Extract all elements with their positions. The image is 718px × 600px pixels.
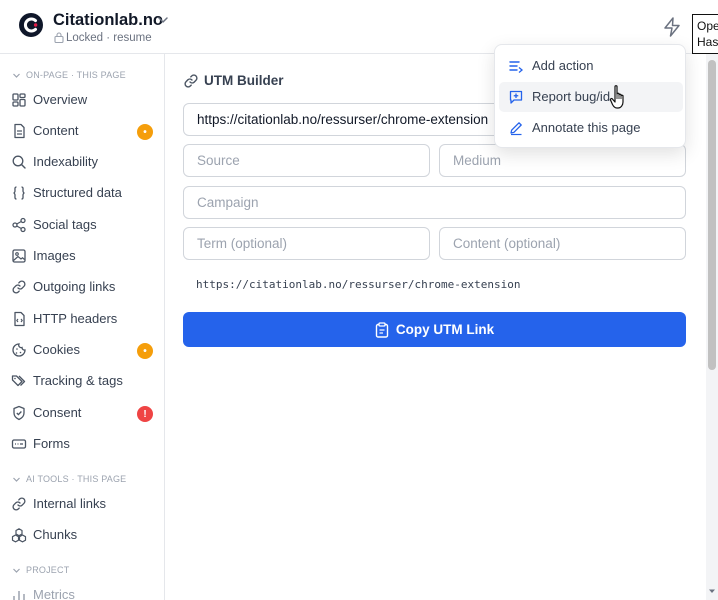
hand-pointer-icon [609, 85, 624, 109]
sidebar-item-structured-data[interactable]: Structured data [0, 179, 164, 207]
layout-grid-icon [12, 93, 26, 107]
sidebar-item-http-headers[interactable]: HTTP headers [0, 305, 164, 333]
sidebar-item-chunks[interactable]: Chunks [0, 521, 164, 549]
sidebar-item-label: Consent [33, 405, 82, 420]
sidebar-item-overview[interactable]: Overview [0, 86, 164, 114]
section-label-project: PROJECT [26, 565, 70, 575]
form-icon [11, 439, 27, 449]
warning-badge: • [137, 343, 153, 359]
sidebar-item-forms[interactable]: Forms [0, 430, 164, 458]
pencil-icon [510, 122, 522, 136]
sidebar-item-label: Cookies [33, 342, 80, 357]
tooltip-line-1: Ope [697, 19, 718, 33]
search-icon [12, 155, 26, 169]
sidebar-item-indexability[interactable]: Indexability [0, 148, 164, 176]
chevron-down-icon [13, 73, 20, 78]
site-status: Locked · resume [66, 32, 152, 44]
sidebar-item-label: Indexability [33, 154, 99, 169]
cookie-icon [12, 343, 26, 357]
sidebar-item-cookies[interactable]: Cookies • [0, 336, 164, 364]
chevron-down-icon[interactable] [157, 14, 169, 26]
warning-badge: • [137, 124, 153, 140]
message-plus-icon [509, 90, 523, 104]
chart-icon [13, 591, 25, 600]
medium-input[interactable]: Medium [439, 144, 686, 177]
link-icon [184, 74, 198, 88]
copy-utm-button[interactable]: Copy UTM Link [183, 312, 686, 347]
sidebar-item-label: Social tags [33, 217, 97, 232]
content-input[interactable]: Content (optional) [439, 227, 686, 260]
sidebar-item-internal-links[interactable]: Internal links [0, 490, 164, 518]
actions-dropdown-menu: Add action Report bug/id Annotate this p… [494, 44, 686, 148]
sidebar-item-content[interactable]: Content • [0, 117, 164, 145]
boxes-icon [11, 528, 27, 543]
section-header-project[interactable]: PROJECT [12, 565, 69, 575]
copy-utm-label: Copy UTM Link [395, 322, 495, 337]
utm-preview: https://citationlab.no/ressurser/chrome-… [196, 278, 521, 291]
file-text-icon [14, 123, 25, 139]
image-icon [12, 249, 26, 263]
sidebar-item-tracking-tags[interactable]: Tracking & tags [0, 367, 164, 395]
campaign-input[interactable]: Campaign [183, 186, 686, 219]
menu-item-label: Annotate this page [532, 120, 641, 135]
lock-icon [54, 32, 64, 43]
error-badge: ! [137, 406, 153, 422]
app-window: Citationlab.no Locked · resume Ope Has O… [0, 0, 718, 600]
tags-icon [11, 375, 26, 387]
sidebar-item-label: Content [33, 123, 79, 138]
sidebar-item-label: Outgoing links [33, 279, 116, 294]
sidebar-item-social-tags[interactable]: Social tags [0, 211, 164, 239]
section-label-ai-tools: AI TOOLS · THIS PAGE [26, 474, 127, 484]
sidebar-item-label: HTTP headers [33, 311, 118, 326]
chevron-down-icon [13, 568, 20, 573]
file-code-icon [14, 311, 25, 327]
menu-item-label: Report bug/id [532, 89, 611, 104]
sidebar-item-label: Chunks [33, 527, 78, 542]
sidebar-item-label: Internal links [33, 496, 106, 511]
sidebar-item-label: Overview [33, 92, 88, 107]
sidebar-item-outgoing-links[interactable]: Outgoing links [0, 273, 164, 301]
section-label-onpage: ON-PAGE · THIS PAGE [26, 70, 126, 80]
scroll-down-arrow-icon[interactable] [707, 586, 717, 596]
menu-item-report-bug[interactable]: Report bug/id [499, 82, 683, 112]
sidebar-item-images[interactable]: Images [0, 242, 164, 270]
share-icon [12, 217, 26, 233]
link-icon [12, 497, 26, 511]
sidebar-item-label: Metrics [33, 587, 75, 600]
section-header-onpage[interactable]: ON-PAGE · THIS PAGE [12, 70, 126, 80]
sidebar: ON-PAGE · THIS PAGE Overview Content • I… [0, 54, 165, 600]
term-input[interactable]: Term (optional) [183, 227, 430, 260]
site-title[interactable]: Citationlab.no [53, 11, 163, 30]
link-icon [12, 280, 26, 294]
menu-item-add-action[interactable]: Add action [499, 51, 683, 81]
chevron-down-icon [13, 477, 20, 482]
bolt-icon[interactable] [663, 17, 681, 37]
sidebar-item-metrics[interactable]: Metrics [0, 581, 164, 600]
section-header-ai-tools[interactable]: AI TOOLS · THIS PAGE [12, 474, 126, 484]
tooltip: Ope Has [692, 14, 718, 54]
sidebar-item-label: Structured data [33, 185, 122, 200]
clipboard-icon [375, 321, 389, 338]
braces-icon [13, 186, 25, 200]
scrollbar-thumb[interactable] [708, 60, 716, 370]
sidebar-item-label: Images [33, 248, 76, 263]
menu-item-label: Add action [532, 58, 594, 73]
sidebar-item-label: Forms [33, 436, 70, 451]
section-title: UTM Builder [204, 73, 284, 88]
source-input[interactable]: Source [183, 144, 430, 177]
citationlab-logo-icon [19, 13, 43, 37]
list-plus-icon [509, 61, 524, 73]
sidebar-item-consent[interactable]: Consent ! [0, 399, 164, 427]
menu-item-annotate[interactable]: Annotate this page [499, 113, 683, 143]
shield-check-icon [13, 405, 25, 421]
sidebar-item-label: Tracking & tags [33, 373, 123, 388]
tooltip-line-2: Has [697, 35, 718, 49]
